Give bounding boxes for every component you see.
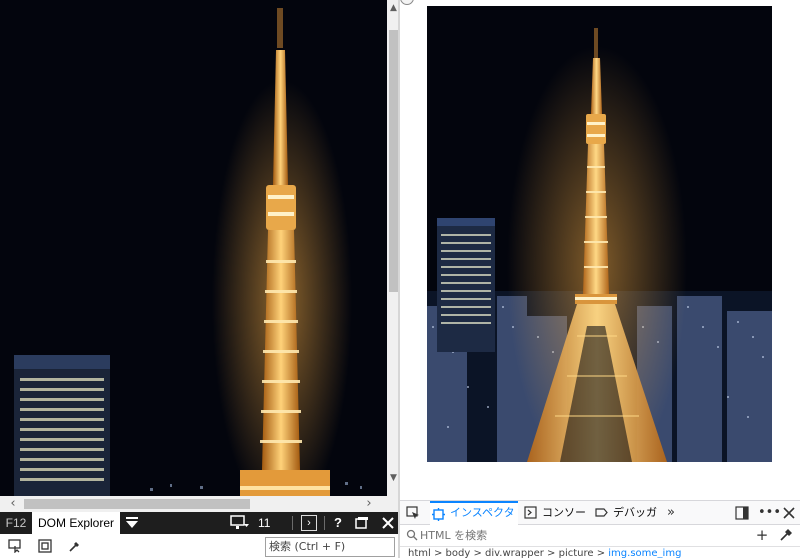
breadcrumb-item[interactable]: div.wrapper: [485, 548, 544, 558]
ie-search-input[interactable]: 検索 (Ctrl + F): [265, 537, 395, 557]
toolbar-divider: [324, 516, 325, 530]
inspector-icon: [432, 508, 445, 521]
color-picker-icon[interactable]: [68, 539, 82, 553]
tab-dom-explorer[interactable]: DOM Explorer: [32, 512, 120, 534]
add-node-icon[interactable]: +: [754, 527, 770, 543]
tokyo-tower-image: [427, 6, 772, 462]
tokyo-tower-photo: [427, 6, 772, 462]
breadcrumb-item[interactable]: body: [446, 548, 471, 558]
console-icon: [524, 506, 537, 519]
dock-side-icon[interactable]: [734, 505, 750, 521]
emulation-monitor-icon[interactable]: [230, 515, 250, 531]
firefox-devtools-toolbar: インスペクター コンソール デバッガー » •••: [400, 500, 800, 543]
element-picker-icon[interactable]: [406, 506, 420, 520]
overflow-menu-icon[interactable]: •••: [758, 505, 781, 521]
toolbar-divider: [292, 516, 293, 530]
html-search-placeholder: HTML を検索: [420, 529, 488, 542]
close-devtools-icon[interactable]: [781, 505, 797, 521]
more-tools-chevron-icon[interactable]: »: [667, 501, 675, 525]
scroll-left-arrow-icon[interactable]: ‹: [6, 496, 20, 512]
tab-inspector[interactable]: インスペクター: [430, 501, 518, 539]
tools-dropdown-icon[interactable]: [124, 516, 140, 530]
vertical-scroll-thumb[interactable]: [389, 30, 398, 292]
skyscraper: [437, 218, 495, 352]
breadcrumb: html > body > div.wrapper > picture > im…: [408, 548, 682, 558]
help-button[interactable]: ?: [334, 512, 342, 534]
page-circle-icon: [400, 0, 414, 5]
highlight-box-icon[interactable]: [38, 539, 52, 553]
tokyo-tower-zoomed-image: [0, 0, 387, 496]
ie-window: ▲ ▼ ‹ › F12 DOM Explorer 11 › ? 検索 (Ctrl…: [0, 0, 400, 558]
search-icon: [406, 529, 418, 541]
breadcrumb-item[interactable]: picture: [559, 548, 594, 558]
debugger-icon: [595, 508, 608, 517]
breadcrumb-item-current[interactable]: img.some_img: [608, 548, 681, 558]
screen: ▲ ▼ ‹ › F12 DOM Explorer 11 › ? 検索 (Ctrl…: [0, 0, 800, 558]
scroll-right-arrow-icon[interactable]: ›: [362, 496, 376, 512]
undock-icon[interactable]: [355, 516, 369, 530]
eyedropper-icon[interactable]: [778, 527, 794, 543]
horizontal-scrollbar[interactable]: ‹ ›: [0, 496, 387, 512]
horizontal-scroll-thumb[interactable]: [24, 499, 250, 509]
skyscraper-left: [14, 355, 110, 496]
firefox-window: インスペクター コンソール デバッガー » •••: [400, 0, 800, 558]
close-icon[interactable]: [382, 517, 394, 529]
tokyo-tower-photo-zoomed: [0, 0, 387, 496]
ie-devtools-bar: F12 DOM Explorer 11 › ?: [0, 512, 400, 534]
tab-console[interactable]: コンソール: [522, 501, 592, 543]
html-search-bar[interactable]: HTML を検索 +: [400, 525, 800, 547]
f12-label: F12: [5, 516, 27, 530]
document-mode-value[interactable]: 11: [258, 512, 270, 534]
breadcrumb-item[interactable]: html: [408, 548, 431, 558]
select-element-icon[interactable]: [8, 539, 22, 553]
tab-debugger[interactable]: デバッガー: [593, 501, 663, 543]
console-prompt-icon[interactable]: ›: [301, 515, 317, 531]
